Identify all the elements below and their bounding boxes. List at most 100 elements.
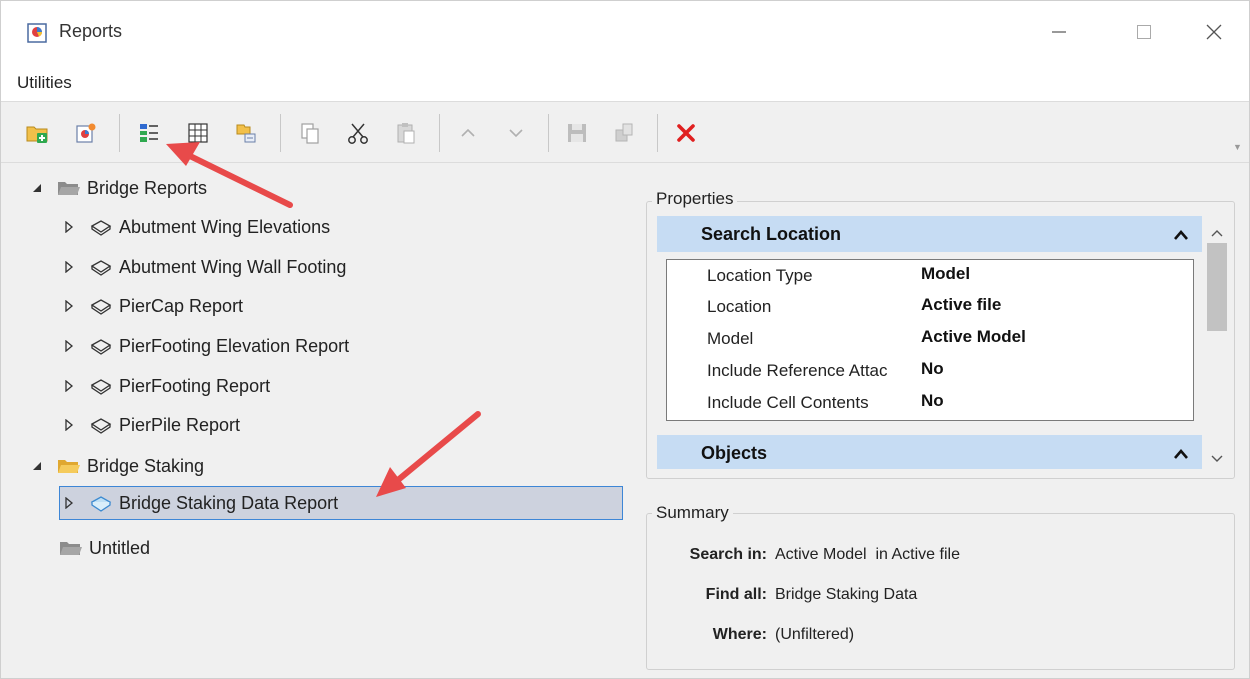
copy-icon[interactable] [295,118,325,148]
summary-label: Search in: [689,546,767,563]
report-definition-icon [89,218,113,236]
summary-title: Summary [652,503,733,523]
close-button[interactable] [1199,19,1229,45]
report-definition-icon [89,258,113,276]
property-row[interactable]: Include Reference Attac No [667,355,1193,386]
property-value[interactable]: Active file [921,295,1001,315]
tree-node-report[interactable]: PierFooting Report [61,369,270,403]
reports-window: Reports Utilities ▼ Bridge Reports Abutm… [0,0,1250,679]
folder-icon [57,179,81,197]
toolbar-overflow-icon[interactable]: ▼ [1233,142,1242,152]
tree-label: PierFooting Report [119,375,271,396]
properties-scrollbar[interactable] [1205,215,1229,469]
summary-value: (Unfiltered) [775,626,855,643]
report-definition-icon [89,377,113,395]
scroll-down-icon[interactable] [1211,449,1223,462]
tree-label: Bridge Reports [87,177,208,198]
save-icon[interactable] [562,118,592,148]
grid-icon[interactable] [183,118,213,148]
toolbar: ▼ [1,101,1249,163]
tree-label: Abutment Wing Wall Footing [119,256,347,277]
section-search-location[interactable]: Search Location [657,216,1202,252]
folder-open-icon [57,457,81,475]
property-key: Location Type [707,266,813,285]
scrollbar-thumb[interactable] [1207,243,1227,331]
tree-label: Abutment Wing Elevations [119,216,331,237]
tree-node-bridge-staking[interactable]: Bridge Staking [29,449,204,483]
scroll-up-icon[interactable] [1211,225,1223,237]
tree-node-untitled[interactable]: Untitled [59,531,150,565]
section-header-label: Search Location [701,224,842,244]
tree-node-bridge-reports[interactable]: Bridge Reports [29,171,207,205]
menu-utilities[interactable]: Utilities [17,73,72,93]
delete-icon[interactable] [671,118,701,148]
toolbar-separator [280,114,281,152]
toolbar-separator [657,114,658,152]
chevron-up-icon[interactable] [1174,445,1188,465]
property-value[interactable]: Active Model [921,327,1026,347]
tree-node-report[interactable]: Abutment Wing Elevations [61,210,330,244]
save-as-icon[interactable] [609,118,639,148]
folder-icon [59,539,83,557]
expanded-arrow-icon[interactable] [29,458,45,474]
expanded-arrow-icon[interactable] [29,180,45,196]
property-row[interactable]: Location Type Model [667,260,1193,291]
collapsed-arrow-icon[interactable] [61,417,77,433]
tree-node-report[interactable]: Abutment Wing Wall Footing [61,250,346,284]
collapsed-arrow-icon[interactable] [61,495,77,511]
maximize-button[interactable] [1129,19,1159,45]
chevron-up-icon[interactable] [1174,226,1188,246]
minimize-button[interactable] [1044,19,1074,45]
new-folder-icon[interactable] [23,118,53,148]
report-definition-icon [89,337,113,355]
summary-value: Bridge Staking Data [775,586,918,603]
cut-icon[interactable] [343,118,373,148]
tree-label: Untitled [89,537,151,558]
title-bar: Reports [1,1,1249,63]
section-objects[interactable]: Objects [657,435,1202,469]
property-key: Model [707,329,754,348]
property-row[interactable]: Model Active Model [667,323,1193,354]
property-value[interactable]: Model [921,264,970,284]
select-elements-icon[interactable] [231,118,261,148]
tree-label: PierCap Report [119,295,244,316]
report-properties-icon[interactable] [134,118,164,148]
summary-value: Active Model in Active file [775,546,960,563]
collapsed-arrow-icon[interactable] [61,259,77,275]
tree-node-report[interactable]: PierPile Report [61,408,240,442]
property-value[interactable]: No [921,391,944,411]
tree-label: Bridge Staking Data Report [119,492,339,513]
toolbar-separator [548,114,549,152]
move-down-icon[interactable] [501,118,531,148]
new-report-icon[interactable] [71,118,101,148]
move-up-icon[interactable] [453,118,483,148]
tree-label: Bridge Staking [87,455,205,476]
search-location-table: Location Type Model Location Active file… [666,259,1194,421]
property-key: Location [707,297,772,316]
toolbar-separator [119,114,120,152]
summary-label: Where: [712,626,767,643]
paste-icon[interactable] [391,118,421,148]
tree-label: PierFooting Elevation Report [119,335,350,356]
menu-bar: Utilities [1,63,1249,101]
report-definition-icon [89,297,113,315]
tree-label: PierPile Report [119,414,241,435]
collapsed-arrow-icon[interactable] [61,338,77,354]
property-key: Include Reference Attac [707,361,888,380]
tree-node-selected-report[interactable]: Bridge Staking Data Report [59,486,623,520]
property-row[interactable]: Location Active file [667,291,1193,322]
property-row[interactable]: Include Cell Contents No [667,387,1193,418]
report-definition-icon [89,494,113,512]
collapsed-arrow-icon[interactable] [61,219,77,235]
toolbar-separator [439,114,440,152]
app-icon [27,23,47,43]
report-definition-icon [89,416,113,434]
tree-node-report[interactable]: PierCap Report [61,289,243,323]
report-tree: Bridge Reports Abutment Wing Elevations … [15,167,627,667]
tree-node-report[interactable]: PierFooting Elevation Report [61,329,349,363]
property-value[interactable]: No [921,359,944,379]
collapsed-arrow-icon[interactable] [61,378,77,394]
collapsed-arrow-icon[interactable] [61,298,77,314]
property-key: Include Cell Contents [707,393,869,412]
window-title: Reports [59,21,123,41]
